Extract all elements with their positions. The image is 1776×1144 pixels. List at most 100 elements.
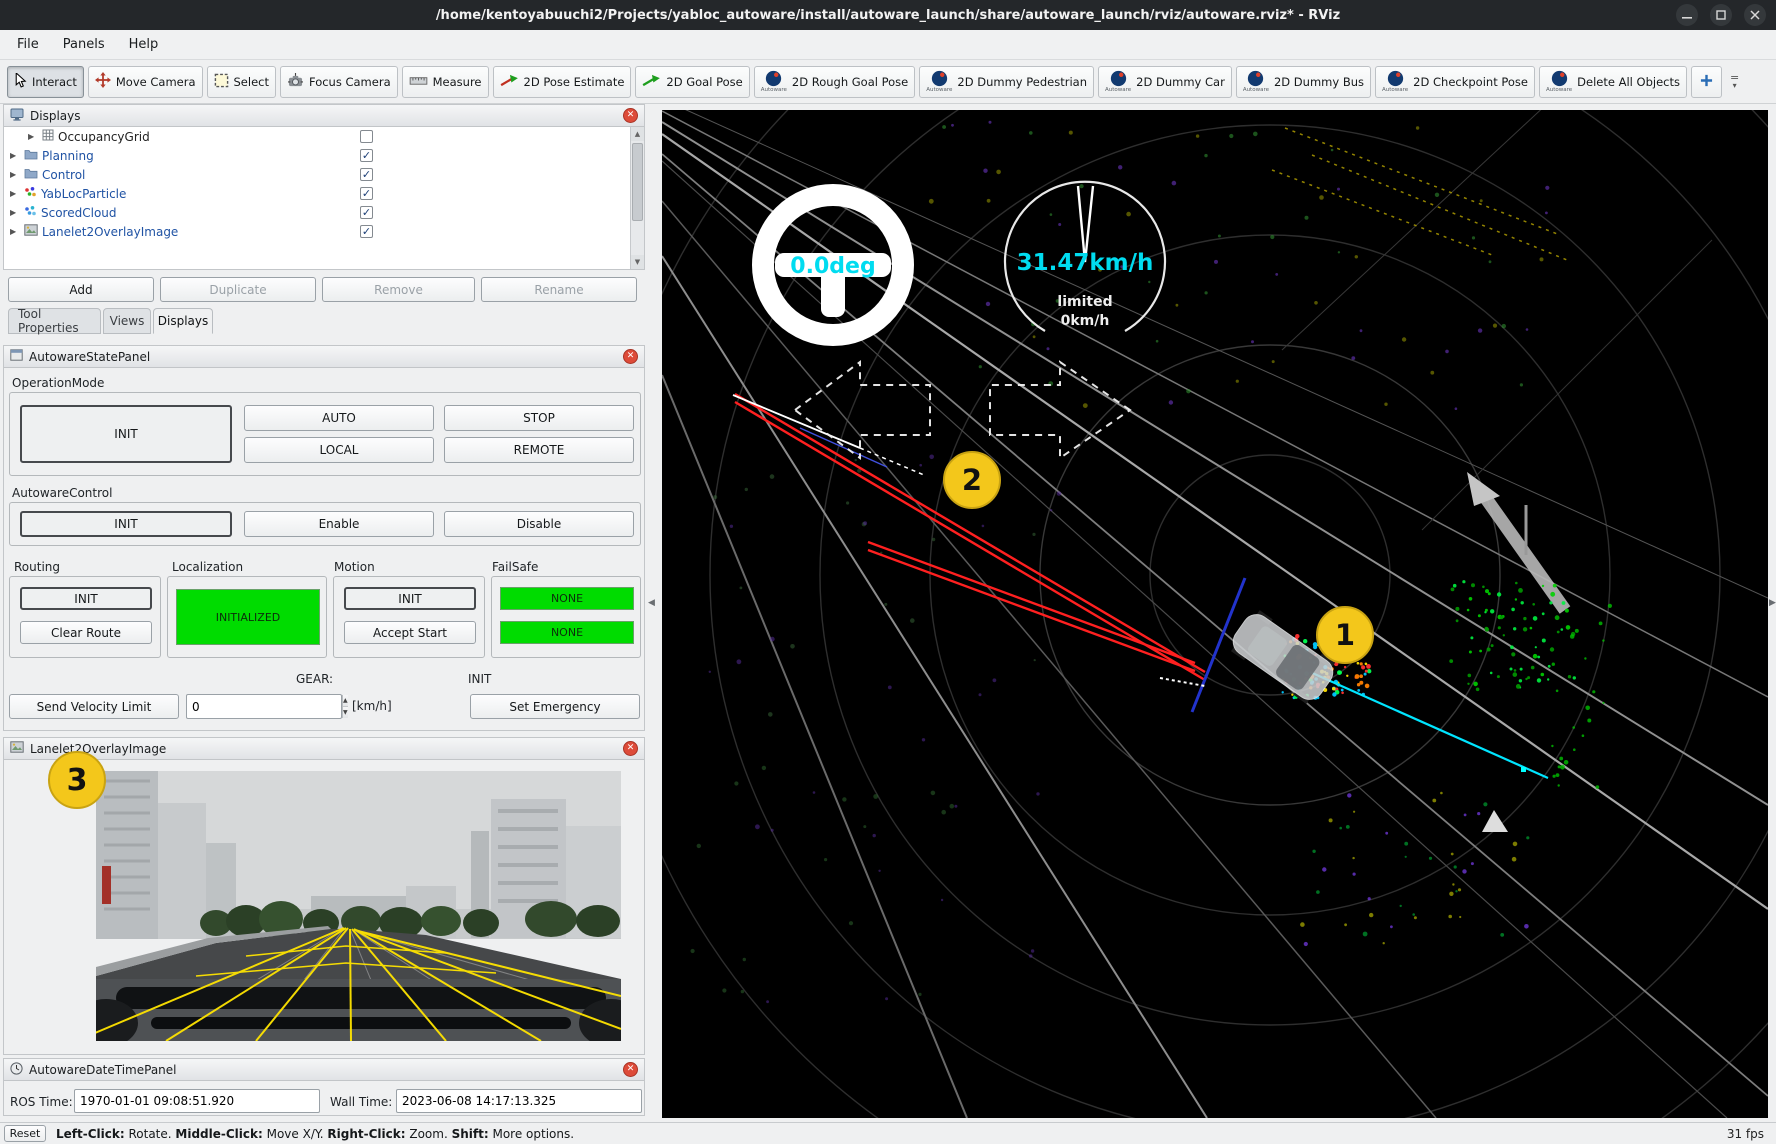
tool-delete-all-objects[interactable]: Autoware Delete All Objects <box>1539 66 1687 98</box>
clear-route-button[interactable]: Clear Route <box>20 621 152 644</box>
tool-interact[interactable]: Interact <box>7 66 84 98</box>
display-row-yablocparticle[interactable]: ▶ YabLocParticle <box>4 184 644 203</box>
auto-button[interactable]: AUTO <box>244 405 434 431</box>
display-checkbox[interactable] <box>360 130 373 143</box>
control-init-button[interactable]: INIT <box>20 511 232 537</box>
state-panel-close-icon[interactable]: ✕ <box>623 349 638 364</box>
select-box-icon <box>214 73 229 91</box>
tool-2d-goal-pose[interactable]: 2D Goal Pose <box>635 66 749 98</box>
reset-button[interactable]: Reset <box>4 1125 46 1142</box>
velocity-limit-input[interactable] <box>187 695 342 718</box>
menu-panels[interactable]: Panels <box>52 33 116 56</box>
routing-group: INIT Clear Route <box>9 576 161 658</box>
display-row-planning[interactable]: ▶ Planning <box>4 146 644 165</box>
overlay-panel-close-icon[interactable]: ✕ <box>623 741 638 756</box>
maximize-icon[interactable] <box>1710 4 1732 26</box>
tab-displays[interactable]: Displays <box>153 308 213 334</box>
tool-focus-camera[interactable]: Focus Camera <box>280 66 398 98</box>
camera-overlay-image <box>96 771 621 1041</box>
enable-button[interactable]: Enable <box>244 511 434 537</box>
display-row-control[interactable]: ▶ Control <box>4 165 644 184</box>
displays-close-icon[interactable]: ✕ <box>623 108 638 123</box>
toolbar: Interact Move Camera Select Focus Camera… <box>0 60 1776 104</box>
wall-time-field[interactable] <box>396 1089 642 1113</box>
svg-text:1: 1 <box>1335 618 1355 652</box>
add-display-button[interactable]: Add <box>8 277 154 302</box>
tool-2d-dummy-car[interactable]: Autoware 2D Dummy Car <box>1098 66 1232 98</box>
tab-tool-properties[interactable]: Tool Properties <box>8 308 101 334</box>
panel-splitter-right-icon[interactable]: ▶ <box>1769 598 1776 608</box>
tree-scrollbar[interactable]: ▲ ▼ <box>630 127 644 269</box>
overlay-panel-header[interactable]: Lanelet2OverlayImage ✕ <box>4 738 644 760</box>
velocity-limit-spinner[interactable]: ▲ ▼ <box>186 694 342 719</box>
display-checkbox[interactable] <box>360 168 373 181</box>
tool-2d-dummy-bus[interactable]: Autoware 2D Dummy Bus <box>1236 66 1371 98</box>
duplicate-display-button[interactable]: Duplicate <box>160 277 316 302</box>
display-row-occupancygrid[interactable]: ▶ OccupancyGrid <box>4 127 644 146</box>
display-row-scoredcloud[interactable]: ▶ ScoredCloud <box>4 203 644 222</box>
measure-ruler-icon <box>409 74 428 90</box>
expand-arrow-icon[interactable]: ▶ <box>10 189 20 198</box>
add-tool-button[interactable] <box>1691 66 1722 98</box>
motion-init-button[interactable]: INIT <box>344 587 476 610</box>
ego-hood <box>96 979 621 1041</box>
3d-viewport[interactable]: 0.0deg 31.47km/h limited 0km/h 1 2 <box>662 110 1768 1118</box>
pose-arrow-icon <box>500 74 519 90</box>
localization-status-badge: INITIALIZED <box>176 589 320 645</box>
state-panel-header[interactable]: AutowareStatePanel ✕ <box>4 346 644 368</box>
tool-measure[interactable]: Measure <box>402 66 489 98</box>
tool-2d-pose-estimate[interactable]: 2D Pose Estimate <box>493 66 632 98</box>
spin-down-icon[interactable]: ▼ <box>343 707 348 718</box>
toolbar-extender-button[interactable]: =▾ <box>1726 66 1743 98</box>
spin-up-icon[interactable]: ▲ <box>343 695 348 707</box>
display-checkbox[interactable] <box>360 149 373 162</box>
tool-label: Delete All Objects <box>1577 75 1680 89</box>
tool-2d-dummy-pedestrian[interactable]: Autoware 2D Dummy Pedestrian <box>919 66 1094 98</box>
display-checkbox[interactable] <box>360 206 373 219</box>
tool-label: 2D Rough Goal Pose <box>792 75 908 89</box>
menu-help[interactable]: Help <box>118 33 170 56</box>
datetime-panel-close-icon[interactable]: ✕ <box>623 1062 638 1077</box>
send-velocity-limit-button[interactable]: Send Velocity Limit <box>9 694 179 719</box>
display-row-lanelet2overlayimage[interactable]: ▶ Lanelet2OverlayImage <box>4 222 644 241</box>
set-emergency-button[interactable]: Set Emergency <box>470 694 640 719</box>
panel-title: AutowareDateTimePanel <box>29 1063 617 1077</box>
autoware-state-panel: AutowareStatePanel ✕ OperationMode INIT … <box>3 345 645 731</box>
displays-panel-header[interactable]: Displays ✕ <box>4 105 644 127</box>
remote-button[interactable]: REMOTE <box>444 437 634 463</box>
operation-mode-group: INIT AUTO STOP LOCAL REMOTE <box>9 392 641 476</box>
minimize-icon[interactable] <box>1676 4 1698 26</box>
operation-mode-init-button[interactable]: INIT <box>20 405 232 463</box>
panel-splitter-left-icon[interactable]: ◀ <box>648 598 655 608</box>
scrollbar-thumb[interactable] <box>632 143 643 221</box>
expand-arrow-icon[interactable]: ▶ <box>10 170 20 179</box>
tab-views[interactable]: Views <box>103 308 151 334</box>
scroll-down-icon[interactable]: ▼ <box>631 255 644 269</box>
yellow-dashed-lines <box>1272 128 1567 260</box>
ros-time-field[interactable] <box>74 1089 320 1113</box>
close-icon[interactable] <box>1744 4 1766 26</box>
scroll-up-icon[interactable]: ▲ <box>631 127 644 141</box>
local-button[interactable]: LOCAL <box>244 437 434 463</box>
expand-arrow-icon[interactable]: ▶ <box>10 227 20 236</box>
disable-button[interactable]: Disable <box>444 511 634 537</box>
stop-button[interactable]: STOP <box>444 405 634 431</box>
motion-group: INIT Accept Start <box>333 576 485 658</box>
expand-arrow-icon[interactable]: ▶ <box>10 208 20 217</box>
tool-move-camera[interactable]: Move Camera <box>88 66 203 98</box>
accept-start-button[interactable]: Accept Start <box>344 621 476 644</box>
datetime-panel-header[interactable]: AutowareDateTimePanel ✕ <box>4 1059 644 1081</box>
rename-display-button[interactable]: Rename <box>481 277 637 302</box>
tool-select[interactable]: Select <box>207 66 276 98</box>
display-checkbox[interactable] <box>360 225 373 238</box>
tool-2d-checkpoint-pose[interactable]: Autoware 2D Checkpoint Pose <box>1375 66 1535 98</box>
tool-2d-rough-goal-pose[interactable]: Autoware 2D Rough Goal Pose <box>754 66 916 98</box>
autoware-logo-icon: Autoware <box>926 70 952 94</box>
menu-file[interactable]: File <box>6 33 50 56</box>
plus-icon <box>1700 74 1713 90</box>
gear-label: GEAR: <box>296 672 333 686</box>
routing-init-button[interactable]: INIT <box>20 587 152 610</box>
expand-arrow-icon[interactable]: ▶ <box>28 132 38 141</box>
display-checkbox[interactable] <box>360 187 373 200</box>
expand-arrow-icon[interactable]: ▶ <box>10 151 20 160</box>
